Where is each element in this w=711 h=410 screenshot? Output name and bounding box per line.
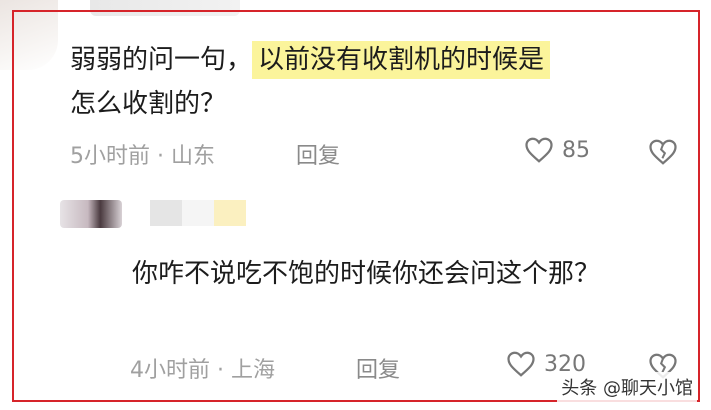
comment1-text-highlight: 以前没有收割机的时候是 [252, 41, 551, 79]
comment1-text: 弱弱的问一句， 以前没有收割机的时候是 怎么收割的？ [70, 38, 680, 126]
blur-chip [214, 200, 246, 226]
comment1-like-button[interactable]: 85 [524, 136, 590, 164]
comment2-reply-button[interactable]: 回复 [356, 352, 400, 384]
blurred-username [150, 200, 246, 226]
blur-chip [182, 200, 214, 226]
heart-outline-icon [525, 137, 553, 163]
heart-outline-icon [507, 351, 535, 377]
watermark: 头条 @聊天小馆 [557, 372, 697, 402]
blur-chip [150, 200, 182, 226]
comment1-meta: 5小时前 · 山东 [70, 144, 215, 169]
comment2-avatar[interactable] [60, 200, 122, 228]
broken-heart-icon[interactable] [648, 138, 678, 166]
comment2-text: 你咋不说吃不饱的时候你还会问这个那？ [132, 259, 601, 289]
comment1-text-tail: 怎么收割的？ [70, 89, 227, 119]
comment1-text-plain: 弱弱的问一句， [70, 45, 253, 75]
comment1-reply-button[interactable]: 回复 [296, 138, 340, 170]
comment1-like-count: 85 [562, 137, 590, 163]
comment2-meta: 4小时前 · 上海 [130, 358, 275, 383]
